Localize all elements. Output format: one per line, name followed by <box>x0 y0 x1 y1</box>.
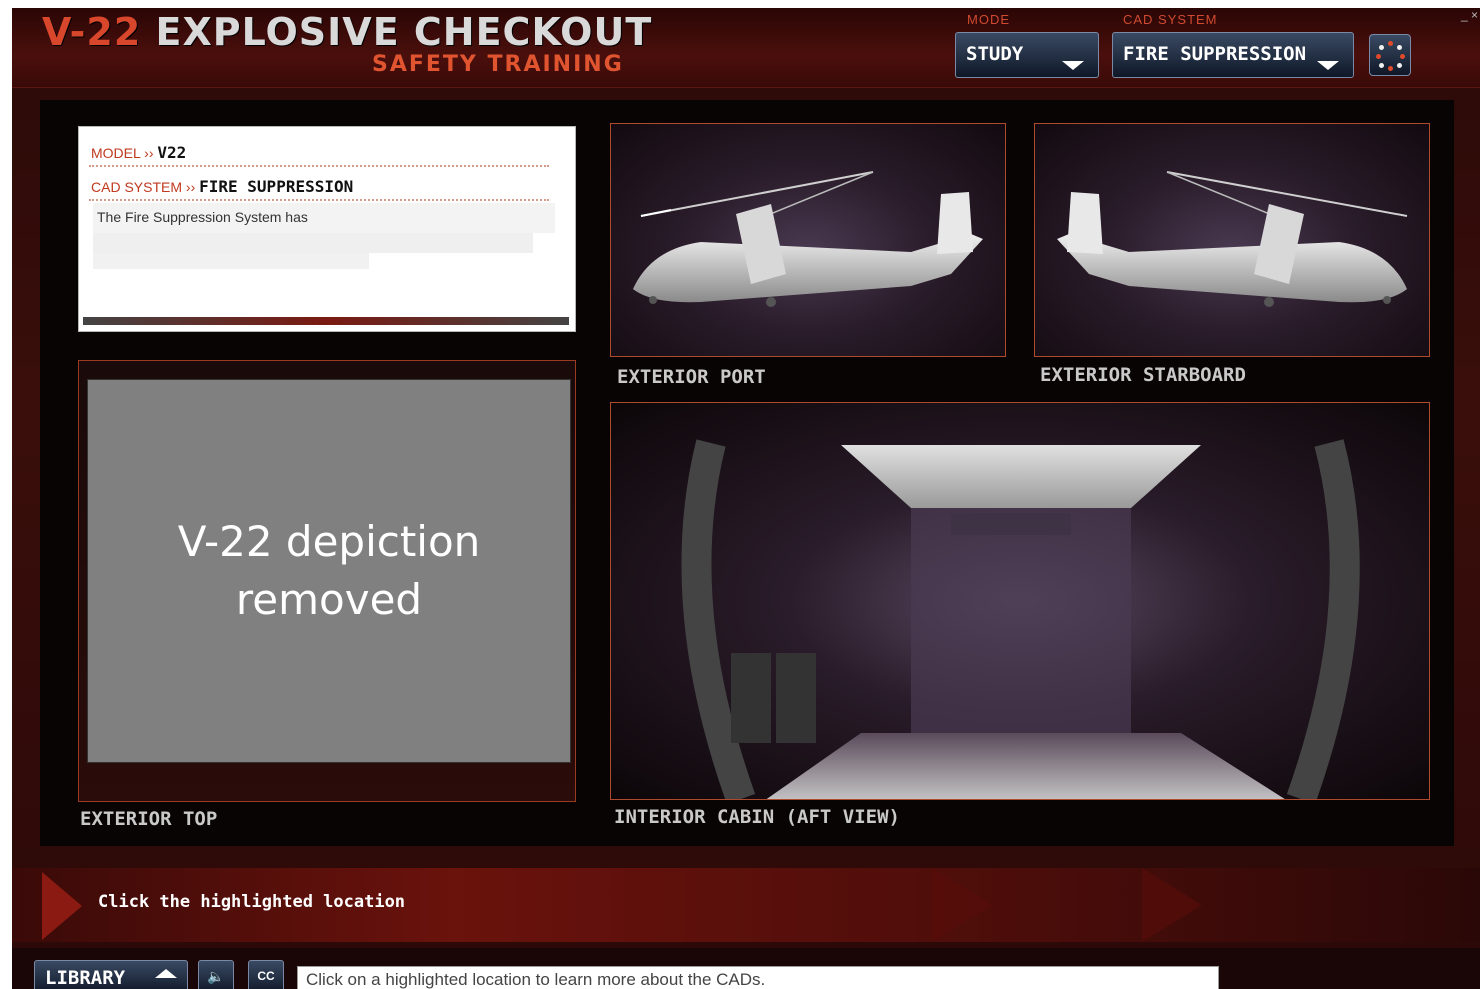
chevron-up-icon <box>155 969 177 978</box>
cad-system-dropdown[interactable]: FIRE SUPPRESSION <box>1112 32 1354 78</box>
scroll-bar[interactable] <box>83 317 569 325</box>
window-controls[interactable]: _ × <box>1461 8 1478 22</box>
model-label: MODEL ›› <box>91 145 154 161</box>
library-button[interactable]: LIBRARY <box>34 960 188 989</box>
interior-cabin-view[interactable] <box>610 402 1430 805</box>
model-value: V22 <box>157 143 187 162</box>
closed-caption-button[interactable]: CC <box>248 960 284 989</box>
cad-system-value: FIRE SUPPRESSION <box>1123 43 1307 65</box>
header-bar: V-22 EXPLOSIVE CHECKOUT SAFETY TRAINING … <box>12 8 1480 88</box>
arrow-right-icon <box>42 872 82 940</box>
chevron-down-icon <box>1317 61 1339 70</box>
aircraft-starboard-image <box>1057 171 1408 307</box>
library-label: LIBRARY <box>45 967 126 989</box>
system-description: The Fire Suppression System has <box>97 209 308 225</box>
aircraft-port-image <box>633 171 983 307</box>
interior-cabin-label: INTERIOR CABIN (AFT VIEW) <box>614 806 900 828</box>
exterior-top-label: EXTERIOR TOP <box>80 808 218 830</box>
title-main-text: EXPLOSIVE CHECKOUT <box>155 10 653 54</box>
exterior-starboard-view[interactable] <box>1034 123 1430 357</box>
cad-label: CAD SYSTEM ›› <box>91 179 196 195</box>
settings-button[interactable] <box>1369 34 1411 76</box>
exterior-starboard-label: EXTERIOR STARBOARD <box>1040 364 1246 386</box>
model-row: MODEL ›› V22 <box>91 143 186 162</box>
mode-dropdown[interactable]: STUDY <box>955 32 1099 78</box>
exterior-port-view[interactable] <box>610 123 1006 357</box>
info-card: MODEL ›› V22 CAD SYSTEM ›› FIRE SUPPRESS… <box>78 126 576 332</box>
cad-system-label: CAD SYSTEM <box>1123 12 1218 27</box>
mode-value: STUDY <box>966 43 1024 65</box>
cabin-interior-image <box>681 439 1360 805</box>
instruction-bar: Click the highlighted location <box>12 868 1480 942</box>
app-subtitle: SAFETY TRAINING <box>372 52 624 77</box>
app-title: V-22 EXPLOSIVE CHECKOUT <box>42 10 652 54</box>
app-window: V-22 EXPLOSIVE CHECKOUT SAFETY TRAINING … <box>12 8 1480 989</box>
speaker-icon: 🔈 <box>207 968 225 984</box>
exterior-port-label: EXTERIOR PORT <box>617 366 766 388</box>
placeholder-line-2: removed <box>235 575 423 624</box>
footer-bar: LIBRARY 🔈 CC Click on a highlighted loca… <box>12 948 1480 989</box>
chevron-down-icon <box>1062 61 1084 70</box>
status-message-field[interactable]: Click on a highlighted location to learn… <box>297 966 1219 989</box>
audio-button[interactable]: 🔈 <box>198 960 234 989</box>
instruction-text: Click the highlighted location <box>98 892 406 912</box>
title-prefix: V-22 <box>42 10 142 54</box>
status-message-text: Click on a highlighted location to learn… <box>306 970 766 989</box>
cad-value: FIRE SUPPRESSION <box>199 177 354 196</box>
mode-label: MODE <box>967 12 1010 27</box>
cad-row: CAD SYSTEM ›› FIRE SUPPRESSION <box>91 177 353 196</box>
cc-icon: CC <box>257 969 275 983</box>
placeholder-line-1: V-22 depiction <box>177 517 481 566</box>
depiction-placeholder: V-22 depiction removed <box>87 379 571 763</box>
